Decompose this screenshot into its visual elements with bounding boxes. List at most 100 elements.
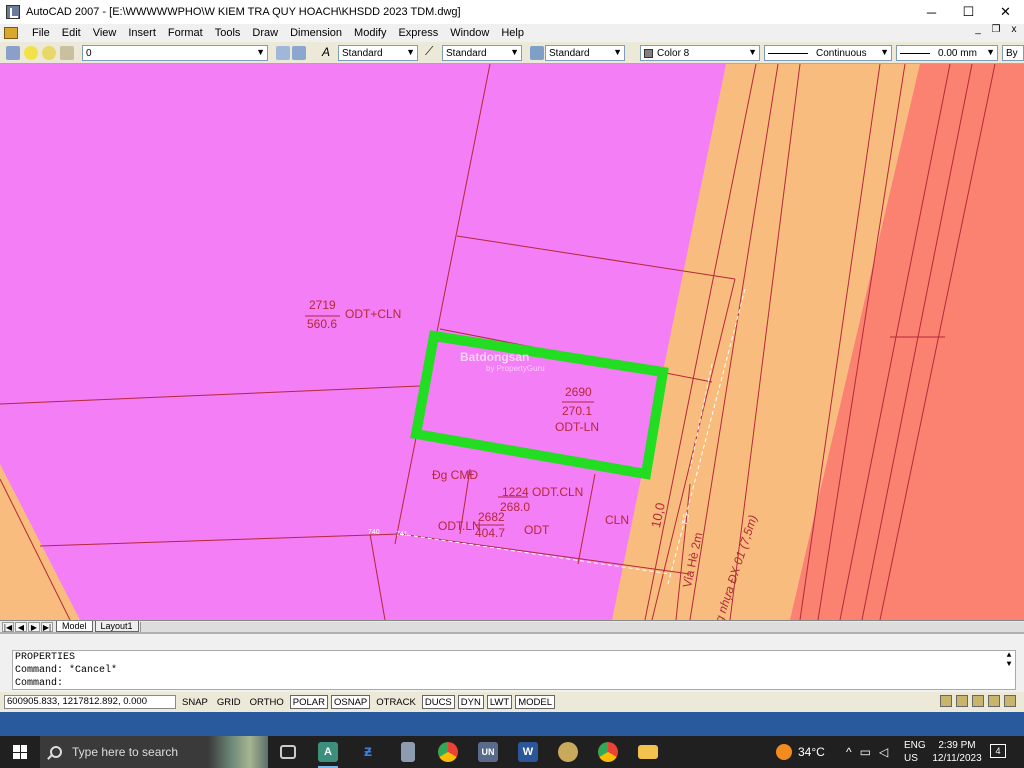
chevron-down-icon: ▼ <box>406 47 415 57</box>
bulb-icon[interactable] <box>24 45 38 60</box>
taskbar-chrome-2[interactable] <box>588 736 628 768</box>
otrack-toggle[interactable]: OTRACK <box>373 695 419 709</box>
toolbar-lock-icon[interactable] <box>988 695 1000 707</box>
language-code: ENG <box>904 740 926 751</box>
word-icon: W <box>518 742 538 762</box>
last-tab-button[interactable]: ▶| <box>41 621 53 632</box>
table-style-icon[interactable] <box>530 46 544 60</box>
taskbar-calculator[interactable] <box>388 736 428 768</box>
minimize-button[interactable]: ─ <box>913 0 950 24</box>
menu-modify[interactable]: Modify <box>348 27 392 39</box>
table-style-select[interactable]: Standard ▼ <box>545 45 625 61</box>
clean-screen-icon[interactable] <box>1004 695 1016 707</box>
document-window-controls: _ ❐ x <box>972 24 1020 35</box>
taskbar-unikey[interactable]: UN <box>468 736 508 768</box>
linetype-select[interactable]: Continuous ▼ <box>764 45 892 61</box>
tab-layout1[interactable]: Layout1 <box>94 621 139 632</box>
network-icon[interactable]: ▭ <box>860 745 871 759</box>
text-style-icon[interactable]: A <box>322 45 330 59</box>
color-swatch-icon <box>644 48 653 58</box>
chevron-down-icon: ▼ <box>748 47 757 57</box>
plotstyle-select[interactable]: By <box>1002 45 1024 61</box>
ducs-toggle[interactable]: DUCS <box>421 695 455 709</box>
communication-center-icon[interactable] <box>940 695 952 707</box>
menu-express[interactable]: Express <box>392 27 444 39</box>
menu-format[interactable]: Format <box>162 27 209 39</box>
cad-geometry <box>0 64 1024 620</box>
left-strip <box>0 464 80 620</box>
weather-temperature: 34°C <box>798 745 825 759</box>
menu-window[interactable]: Window <box>444 27 495 39</box>
next-tab-button[interactable]: ▶ <box>28 621 40 632</box>
taskbar-paint[interactable] <box>548 736 588 768</box>
color-select[interactable]: Color 8 ▼ <box>640 45 760 61</box>
vertex-741: 741 <box>396 531 408 538</box>
taskbar-chrome[interactable] <box>428 736 468 768</box>
command-history[interactable]: PROPERTIES Command: *Cancel* Command: ▲ ▼ <box>12 650 1016 690</box>
command-prompt[interactable]: Command: <box>15 677 1015 690</box>
taskbar-search[interactable]: Type here to search <box>40 736 268 768</box>
system-clock[interactable]: 2:39 PM 12/11/2023 <box>930 739 984 765</box>
drawing-canvas[interactable]: 2719 560.6 ODT+CLN Batdongsan by Propert… <box>0 64 1024 620</box>
first-tab-button[interactable]: |◀ <box>2 621 14 632</box>
coordinate-readout[interactable]: 600905.833, 1217812.892, 0.000 <box>4 695 176 709</box>
volume-icon[interactable]: ◁ <box>879 745 888 759</box>
ortho-toggle[interactable]: ORTHO <box>247 695 287 709</box>
autocad-icon: A <box>318 742 338 762</box>
close-button[interactable]: ✕ <box>987 0 1024 24</box>
annotation-icon[interactable] <box>972 695 984 707</box>
lineweight-select[interactable]: 0.00 mm ▼ <box>896 45 998 61</box>
menu-dimension[interactable]: Dimension <box>284 27 348 39</box>
menu-view[interactable]: View <box>87 27 123 39</box>
taskbar-word[interactable]: W <box>508 736 548 768</box>
chevron-up-icon[interactable]: ^ <box>846 745 852 759</box>
selected-parcel-highlight[interactable] <box>410 330 669 480</box>
lwt-toggle[interactable]: LWT <box>486 695 513 709</box>
language-indicator[interactable]: ENG US <box>904 739 926 765</box>
make-current-icon[interactable] <box>276 46 290 60</box>
text-style-select[interactable]: Standard ▼ <box>338 45 418 61</box>
start-button[interactable] <box>0 736 40 768</box>
taskbar-zalo[interactable]: ƶ <box>348 736 388 768</box>
task-view-button[interactable] <box>268 736 308 768</box>
tab-model[interactable]: Model <box>56 621 93 632</box>
autocad-app-icon[interactable] <box>6 5 20 19</box>
document-icon[interactable] <box>4 27 18 39</box>
horizontal-scrollbar[interactable] <box>140 622 1024 632</box>
model-toggle[interactable]: MODEL <box>515 695 555 709</box>
prev-tab-button[interactable]: ◀ <box>15 621 27 632</box>
menu-edit[interactable]: Edit <box>56 27 87 39</box>
notification-button[interactable]: 4 <box>990 744 1006 758</box>
sun-icon[interactable] <box>42 45 56 60</box>
doc-close-button[interactable]: x <box>1008 24 1020 35</box>
chevron-down-icon: ▼ <box>256 47 265 57</box>
menu-file[interactable]: File <box>26 27 56 39</box>
lock-icon[interactable] <box>956 695 968 707</box>
dyn-toggle[interactable]: DYN <box>457 695 484 709</box>
taskbar-autocad[interactable]: A <box>308 736 348 768</box>
osnap-toggle[interactable]: OSNAP <box>330 695 371 709</box>
menu-insert[interactable]: Insert <box>122 27 162 39</box>
doc-minimize-button[interactable]: _ <box>972 24 984 35</box>
layer-select[interactable]: 0 ▼ <box>82 45 268 61</box>
menu-help[interactable]: Help <box>495 27 530 39</box>
doc-restore-button[interactable]: ❐ <box>990 24 1002 35</box>
color-value: Color 8 <box>657 47 690 59</box>
maximize-button[interactable]: ☐ <box>950 0 987 24</box>
search-icon <box>50 746 62 758</box>
polar-toggle[interactable]: POLAR <box>289 695 328 709</box>
layer-previous-icon[interactable] <box>292 46 306 60</box>
dim-style-icon[interactable]: ⟋ <box>425 44 433 59</box>
command-scrollbar[interactable]: ▲ ▼ <box>1003 651 1015 679</box>
lock-icon[interactable] <box>60 45 74 60</box>
layer-manager-icon[interactable] <box>6 45 20 60</box>
weather-widget[interactable]: 34°C <box>776 736 825 768</box>
menu-draw[interactable]: Draw <box>246 27 284 39</box>
dim-style-select[interactable]: Standard ▼ <box>442 45 522 61</box>
snap-toggle[interactable]: SNAP <box>179 695 211 709</box>
parcel-b-use: ODT.CLN <box>532 485 584 499</box>
taskbar-file-explorer[interactable] <box>628 736 668 768</box>
search-placeholder: Type here to search <box>72 745 179 759</box>
menu-tools[interactable]: Tools <box>209 27 247 39</box>
grid-toggle[interactable]: GRID <box>214 695 244 709</box>
